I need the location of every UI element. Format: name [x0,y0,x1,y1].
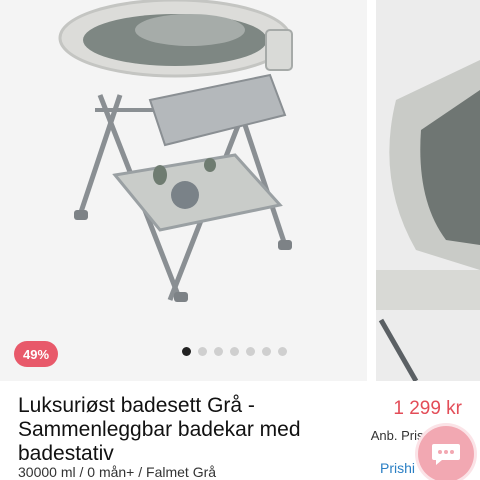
bath-stand-illustration [58,0,293,302]
gallery-dot[interactable] [182,347,191,356]
bath-tub-closeup-illustration [376,0,480,381]
gallery-dot[interactable] [214,347,223,356]
product-variant: 30000 ml / 0 mån+ / Falmet Grå [18,464,217,480]
chat-bubble-icon [432,444,460,465]
gallery-dot[interactable] [278,347,287,356]
discount-badge: 49% [14,341,58,367]
gallery-dot[interactable] [230,347,239,356]
price-history-link[interactable]: Prishi [380,460,415,476]
gallery-dot[interactable] [246,347,255,356]
product-image-main[interactable] [0,0,367,381]
product-image-next-preview[interactable] [376,0,480,381]
gallery-dot[interactable] [262,347,271,356]
product-price: 1 299 kr [393,398,462,419]
product-title: Luksuriøst badesett Grå - Sammenleggbar … [18,394,301,465]
gallery-pagination[interactable] [182,347,287,356]
product-image-gallery[interactable]: 49% [0,0,480,381]
chat-button[interactable] [418,426,474,480]
reference-price-label: Anb. Pris: [370,428,428,443]
gallery-dot[interactable] [198,347,207,356]
